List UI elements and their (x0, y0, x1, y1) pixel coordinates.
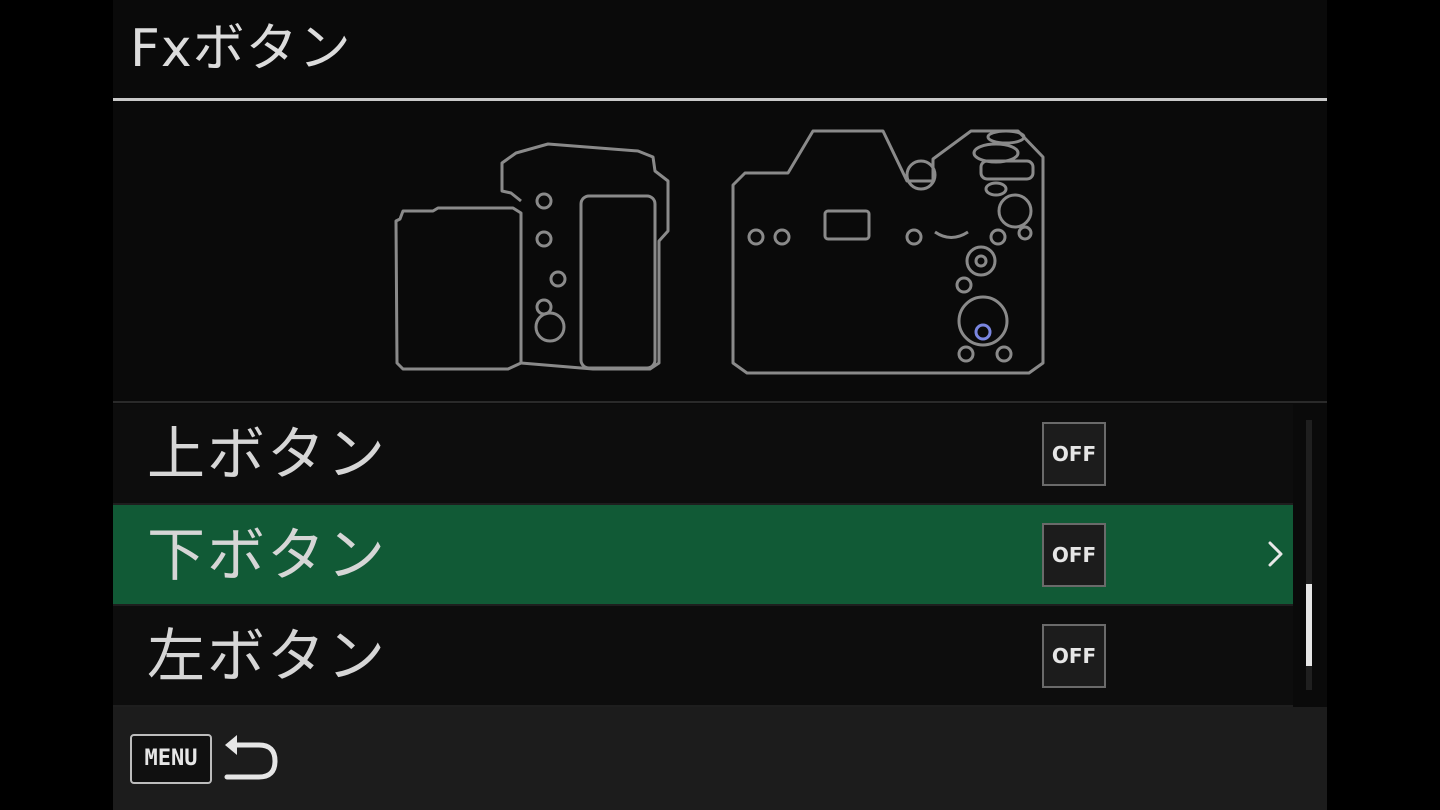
screen: Fxボタン 上ボタン OFF 下ボタン OFF 左ボタン OFF MENU (113, 0, 1327, 810)
list-item-up-button[interactable]: 上ボタン OFF (113, 404, 1293, 505)
chevron-right-icon (1268, 541, 1283, 567)
list-item-label: 左ボタン (147, 622, 388, 690)
scrollbar-thumb[interactable] (1306, 584, 1312, 666)
status-badge: OFF (1042, 523, 1106, 587)
list-item-label: 下ボタン (147, 521, 388, 589)
list-item-label: 上ボタン (147, 420, 388, 488)
status-badge: OFF (1042, 624, 1106, 688)
page-title: Fxボタン (130, 19, 352, 79)
title-bar: Fxボタン (113, 0, 1327, 101)
footer-bar: MENU (113, 707, 1327, 810)
menu-button[interactable]: MENU (130, 734, 212, 784)
status-badge: OFF (1042, 422, 1106, 486)
list-item-down-button[interactable]: 下ボタン OFF (113, 505, 1293, 606)
camera-outline-icon (394, 129, 1045, 375)
camera-diagram (113, 101, 1327, 401)
highlighted-button-icon (974, 323, 992, 341)
list-item-left-button[interactable]: 左ボタン OFF (113, 606, 1293, 707)
return-arrow-icon[interactable] (217, 731, 281, 785)
button-settings-list: 上ボタン OFF 下ボタン OFF 左ボタン OFF (113, 404, 1293, 707)
divider (113, 401, 1327, 403)
